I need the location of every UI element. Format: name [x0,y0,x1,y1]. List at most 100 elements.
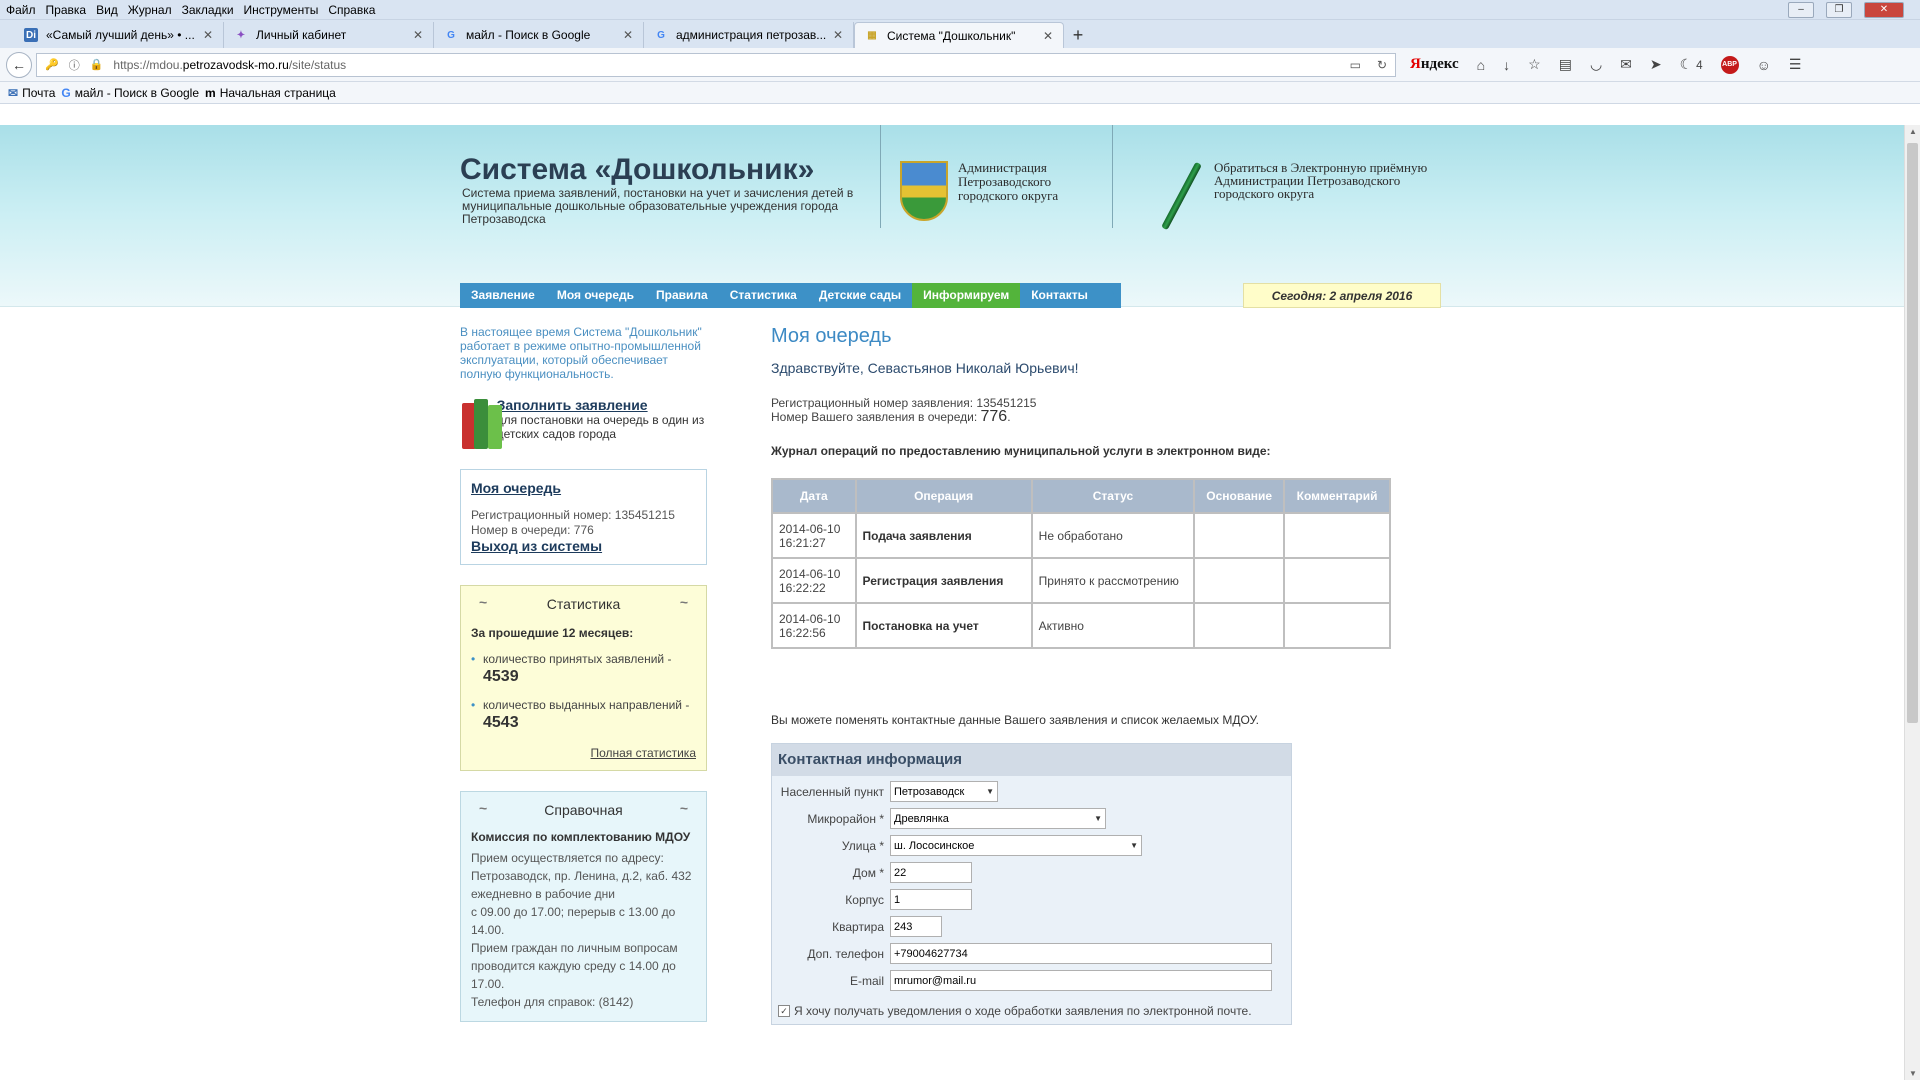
restore-icon[interactable]: ❐ [1826,2,1852,18]
row-district: Микрорайон * Древлянка ▼ [772,805,1291,832]
cell-operation: Постановка на учет [856,604,1031,647]
city-select[interactable]: Петрозаводск ▼ [890,781,998,802]
stat-value: 4543 [483,714,519,731]
chat-icon[interactable]: ☺ [1757,57,1771,73]
col-status: Статус [1032,480,1194,512]
building-input[interactable] [890,889,972,910]
mail-icon[interactable]: ✉ [1620,56,1632,73]
street-value: ш. Лососинское [894,839,975,852]
yandex-logo[interactable]: Яндекс [1410,56,1459,73]
nav-application[interactable]: Заявление [460,283,546,308]
tab-favicon: Di [24,28,38,42]
cell-date: 2014-06-10 16:22:56 [773,604,855,647]
stat-label: количество выданных направлений - [483,698,690,712]
weather-icon[interactable]: ☾ 4 [1680,56,1703,73]
nav-statistics[interactable]: Статистика [719,283,808,308]
street-select[interactable]: ш. Лососинское ▼ [890,835,1142,856]
key-icon[interactable]: 🔑 [45,58,59,71]
menu-view[interactable]: Вид [96,3,118,17]
row-house: Дом * [772,859,1291,886]
menu-bookmarks[interactable]: Закладки [182,3,234,17]
tab-5-active[interactable]: ▦ Система "Дошкольник" ✕ [854,22,1064,48]
flat-input[interactable] [890,916,942,937]
page-scrollbar[interactable]: ▲ ▼ [1904,125,1920,1080]
my-queue-link[interactable]: Моя очередь [471,480,696,496]
row-city: Населенный пункт Петрозаводск ▼ [772,778,1291,805]
email-input[interactable] [890,970,1272,991]
journal-heading: Журнал операций по предоставлению муници… [771,444,1271,458]
reader-view-icon[interactable]: ▭ [1350,58,1361,72]
bookmarks-bar: ✉ Почта Gмайл - Поиск в Google m Начальная… [0,82,1920,104]
close-tab-icon[interactable]: ✕ [203,28,213,42]
pen-icon [1158,161,1198,229]
table-row: 2014-06-10 16:21:27 Подача заявления Не о… [773,514,1389,557]
site-title[interactable]: Система «Дошкольник» [460,153,814,187]
header-divider [1112,125,1113,228]
url-domain: petrozavodsk-mo.ru [182,57,289,72]
close-tab-icon[interactable]: ✕ [413,28,423,42]
cell-basis [1195,604,1284,647]
nav-contacts[interactable]: Контакты [1020,283,1099,308]
logout-link[interactable]: Выход из системы [471,538,696,554]
notify-checkbox[interactable]: ✓ [778,1005,790,1017]
nav-bar: ← 🔑 ⓘ 🔒 https://mdou. petrozavodsk-mo.ru /… [0,48,1920,82]
menu-help[interactable]: Справка [328,3,375,17]
bookmark-star-icon[interactable]: ☆ [1528,56,1541,73]
commission-title: Комиссия по комплектованию МДОУ [471,830,691,844]
close-tab-icon[interactable]: ✕ [833,28,843,42]
menu-file[interactable]: Файл [6,3,36,17]
pocket-icon[interactable]: ◡ [1590,56,1602,73]
send-icon[interactable]: ➤ [1650,56,1662,73]
hamburger-menu-icon[interactable]: ☰ [1789,56,1802,73]
tab-label: Система "Дошкольник" [887,28,1016,43]
back-icon[interactable]: ← [6,51,32,78]
site-header: Система «Дошкольник» Система приема заяв… [0,125,1904,308]
fill-application-link[interactable]: Заполнить заявление [497,397,707,413]
tab-4[interactable]: G администрация петрозав... ✕ [644,22,854,48]
menu-history[interactable]: Журнал [128,3,172,17]
system-notice: В настоящее время Система "Дошкольник" р… [460,325,702,381]
bookmarks-list-icon[interactable]: ▤ [1559,56,1572,73]
menu-bar: Файл Правка Вид Журнал Закладки Инструме… [0,0,1920,20]
scroll-up-icon[interactable]: ▲ [1909,127,1917,136]
new-tab-icon[interactable]: + [1064,22,1092,48]
cell-comment [1285,559,1389,602]
close-tab-icon[interactable]: ✕ [1043,29,1053,43]
scroll-down-icon[interactable]: ▼ [1909,1069,1917,1078]
close-window-icon[interactable]: ✕ [1864,2,1904,18]
reception-link[interactable]: Обратиться в Электронную приёмную Админи… [1158,161,1427,229]
tab-3[interactable]: G майл - Поиск в Google ✕ [434,22,644,48]
left-sidebar: В настоящее время Система "Дошкольник" р… [460,325,707,1022]
main-content: Моя очередь Здравствуйте, Севастьянов Ни… [771,325,1391,1025]
nav-news[interactable]: Информируем [912,283,1021,308]
tab-1[interactable]: Di «Самый лучший день» • ... ✕ [14,22,224,48]
admin-link[interactable]: Администрация Петрозаводского городского… [900,161,1058,221]
minimize-icon[interactable]: – [1788,2,1814,18]
download-icon[interactable]: ↓ [1503,57,1510,73]
full-statistics-link[interactable]: Полная статистика [471,746,696,760]
info-heading: Справочная [471,800,696,818]
google-icon: G [657,29,665,41]
tab-2[interactable]: ✦ Личный кабинет ✕ [224,22,434,48]
home-icon[interactable]: ⌂ [1477,57,1485,73]
row-flat: Квартира [772,913,1291,940]
time-text: 16:22:22 [779,580,826,595]
house-input[interactable] [890,862,972,883]
adblock-icon[interactable]: ABP [1720,55,1739,74]
nav-kindergartens[interactable]: Детские сады [808,283,912,308]
menu-tools[interactable]: Инструменты [244,3,319,17]
district-select[interactable]: Древлянка ▼ [890,808,1106,829]
reload-icon[interactable]: ↻ [1377,58,1387,72]
info-icon[interactable]: ⓘ [69,57,80,73]
bookmark-home[interactable]: Начальная страница [220,86,336,100]
bookmark-mail[interactable]: Почта [22,86,55,100]
nav-my-queue[interactable]: Моя очередь [546,283,645,308]
bookmark-google[interactable]: майл - Поиск в Google [75,86,199,100]
nav-rules[interactable]: Правила [645,283,719,308]
col-comment: Комментарий [1285,480,1389,512]
url-bar[interactable]: 🔑 ⓘ 🔒 https://mdou. petrozavodsk-mo.ru/si… [36,52,1396,77]
phone-input[interactable] [890,943,1272,964]
scrollbar-thumb[interactable] [1907,143,1918,723]
menu-edit[interactable]: Правка [46,3,87,17]
close-tab-icon[interactable]: ✕ [623,28,633,42]
